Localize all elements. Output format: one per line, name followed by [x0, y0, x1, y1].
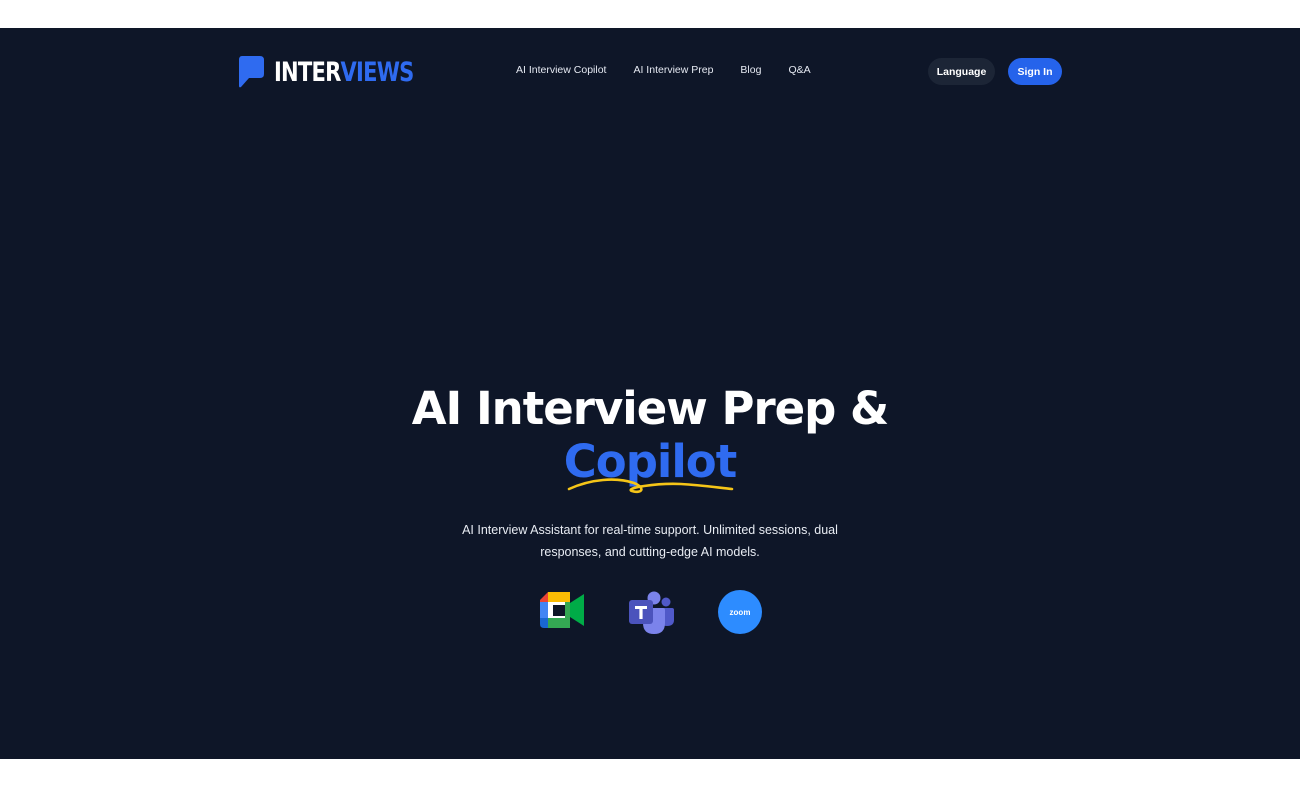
nav-link-blog[interactable]: Blog: [740, 64, 761, 76]
language-button[interactable]: Language: [928, 58, 995, 85]
microsoft-teams-icon[interactable]: [627, 588, 675, 636]
main-nav: AI Interview Copilot AI Interview Prep B…: [516, 64, 811, 76]
hero-subtitle: AI Interview Assistant for real-time sup…: [462, 523, 838, 559]
squiggle-underline-icon: [567, 478, 734, 494]
google-meet-icon[interactable]: [538, 588, 586, 636]
nav-link-ai-interview-prep[interactable]: AI Interview Prep: [633, 64, 713, 76]
zoom-logo: zoom: [718, 590, 762, 634]
speech-bubble-icon: [239, 56, 264, 88]
zoom-icon[interactable]: zoom: [716, 588, 764, 636]
hero-title-line1: AI Interview Prep &: [411, 382, 890, 435]
brand-logo[interactable]: INTERVIEWS: [237, 54, 453, 90]
integrations-row: zoom: [0, 588, 1300, 636]
zoom-label: zoom: [729, 607, 751, 617]
sign-in-button[interactable]: Sign In: [1008, 58, 1062, 85]
nav-link-qa[interactable]: Q&A: [788, 64, 810, 76]
brand-name: INTERVIEWS: [274, 59, 414, 86]
nav-link-ai-interview-copilot[interactable]: AI Interview Copilot: [516, 64, 606, 76]
brand-name-part2: VIEWS: [340, 56, 415, 88]
brand-name-part1: INTER: [274, 56, 341, 88]
page: INTERVIEWS AI Interview Copilot AI Inter…: [0, 28, 1300, 759]
